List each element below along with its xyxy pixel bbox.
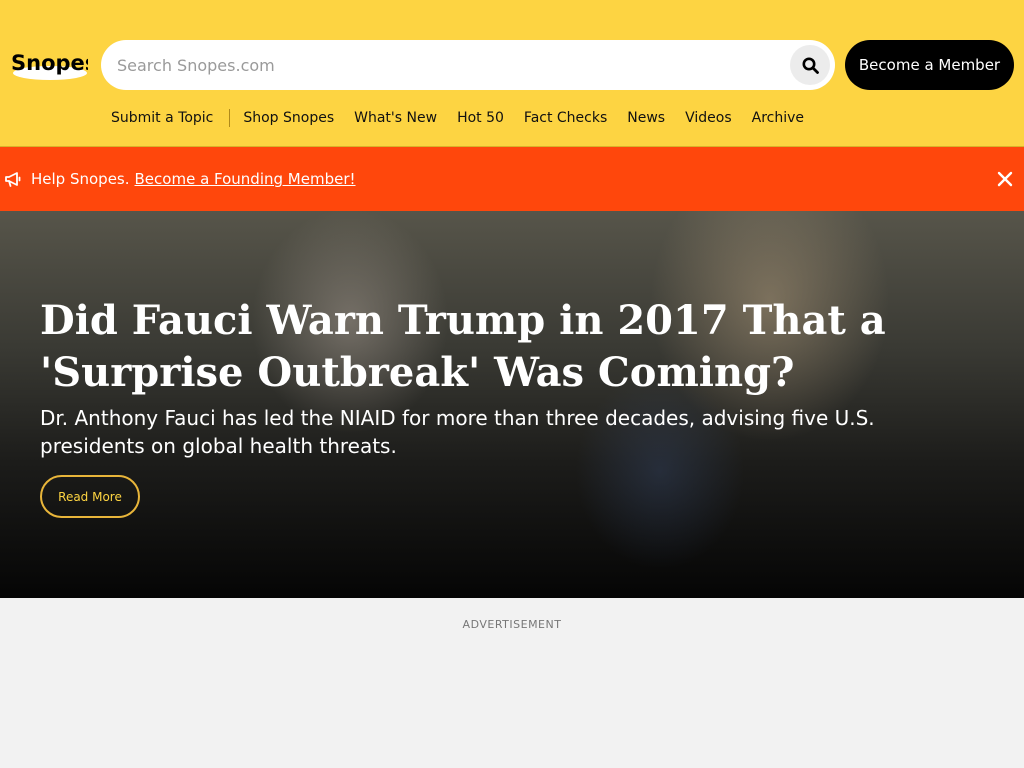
search-input[interactable] <box>117 55 777 75</box>
close-icon[interactable] <box>996 170 1014 188</box>
nav-shop-snopes[interactable]: Shop Snopes <box>243 110 334 126</box>
hero-title[interactable]: Did Fauci Warn Trump in 2017 That a 'Sur… <box>40 295 900 399</box>
nav-news[interactable]: News <box>627 110 665 126</box>
hero-description: Dr. Anthony Fauci has led the NIAID for … <box>40 406 875 458</box>
membership-banner: Help Snopes. Become a Founding Member! <box>0 147 1024 211</box>
main-nav: Submit a Topic Shop Snopes What's New Ho… <box>111 108 804 128</box>
become-member-button[interactable]: Become a Member <box>845 40 1014 90</box>
nav-archive[interactable]: Archive <box>752 110 804 126</box>
founding-member-link[interactable]: Become a Founding Member! <box>135 170 356 188</box>
hero-featured-article: Did Fauci Warn Trump in 2017 That a 'Sur… <box>0 211 1024 598</box>
logo-text: Snopes <box>11 51 88 75</box>
nav-divider <box>229 109 231 127</box>
site-header: Snopes Become a Member Submit a Topic Sh… <box>0 0 1024 147</box>
banner-message: Help Snopes. Become a Founding Member! <box>31 147 356 211</box>
banner-text: Help Snopes. <box>31 170 130 188</box>
search-bar <box>101 40 835 90</box>
nav-hot-50[interactable]: Hot 50 <box>457 110 504 126</box>
megaphone-icon <box>5 172 21 187</box>
nav-fact-checks[interactable]: Fact Checks <box>524 110 607 126</box>
nav-whats-new[interactable]: What's New <box>354 110 437 126</box>
read-more-button[interactable]: Read More <box>40 475 140 518</box>
snopes-logo[interactable]: Snopes <box>10 40 88 82</box>
nav-submit-topic[interactable]: Submit a Topic <box>111 110 213 126</box>
nav-videos[interactable]: Videos <box>685 110 732 126</box>
search-button[interactable] <box>790 45 830 85</box>
search-icon <box>802 57 819 74</box>
advertisement-label: ADVERTISEMENT <box>462 618 562 631</box>
